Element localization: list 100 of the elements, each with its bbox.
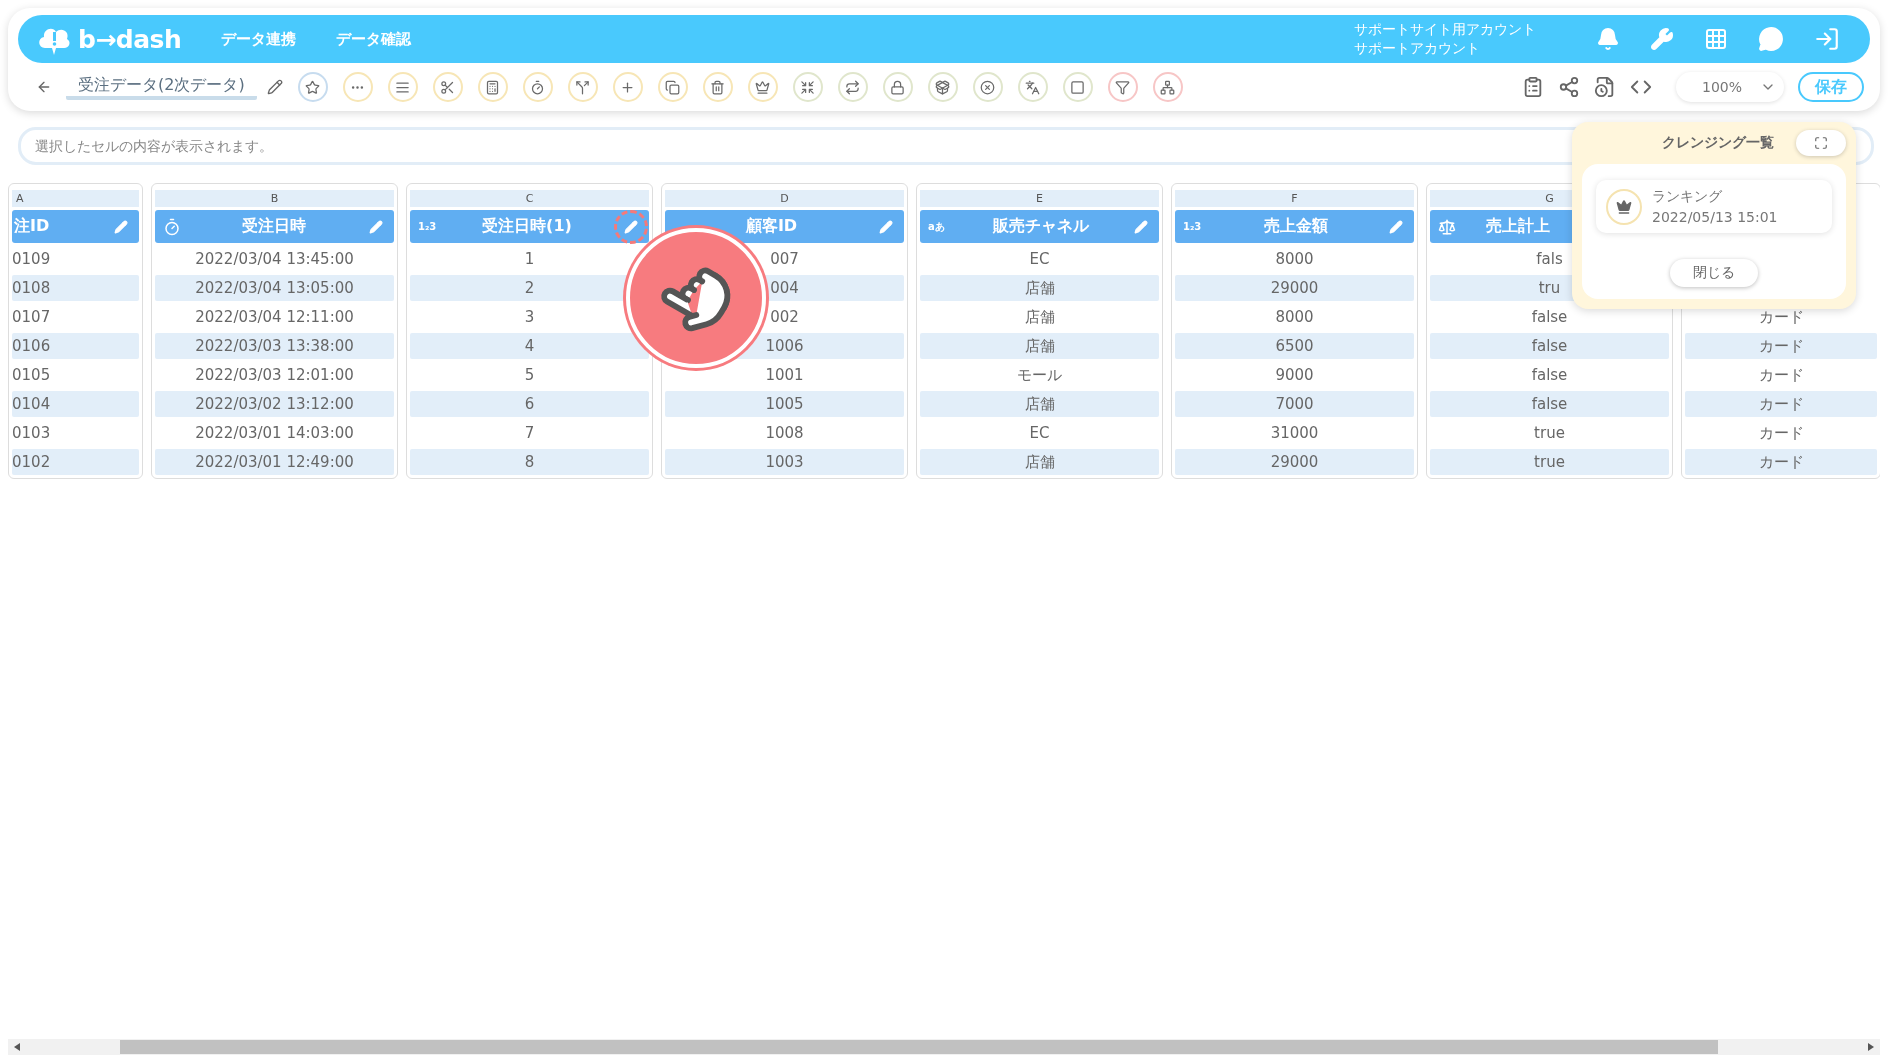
pencil-icon — [114, 219, 128, 234]
table-cell: 0108 — [12, 275, 139, 301]
save-button[interactable]: 保存 — [1798, 72, 1864, 102]
nav-link[interactable]: データ連携 — [221, 29, 297, 49]
column-header[interactable]: 1₂3 受注日時(1) — [410, 210, 649, 243]
timer-icon — [163, 217, 181, 236]
table-cell: false — [1430, 391, 1669, 417]
filter-icon[interactable] — [1107, 72, 1138, 102]
table-cell-text: 2022/03/03 12:01:00 — [194, 365, 355, 386]
table-cell: 1003 — [665, 449, 904, 475]
repeat-icon[interactable] — [837, 72, 868, 102]
close-button[interactable]: 閉じる — [1670, 259, 1758, 287]
table-cell-text: 0103 — [12, 423, 52, 444]
table-cell-text: モール — [1016, 364, 1063, 386]
table-cell: 店舗 — [920, 275, 1159, 301]
sheet-title[interactable]: 受注データ(2次データ) — [66, 74, 257, 100]
table-cell: 6 — [410, 391, 649, 417]
table-cell: 店舗 — [920, 333, 1159, 359]
table-cell-text: 1001 — [764, 365, 805, 386]
table-cell: 7000 — [1175, 391, 1414, 417]
table-cell-text: 0109 — [12, 249, 52, 270]
column-header[interactable]: 1₂3 売上金額 — [1175, 210, 1414, 243]
table-cell: カード — [1685, 391, 1877, 417]
panel-title: クレンジング一覧 — [1662, 134, 1774, 152]
scroll-left-icon[interactable] — [14, 1043, 20, 1051]
table-cell: true — [1430, 449, 1669, 475]
table-cell-text: 1 — [523, 249, 536, 270]
pencil-icon — [1389, 219, 1403, 234]
math-icon[interactable] — [477, 72, 508, 102]
table-cell: 0106 — [12, 333, 139, 359]
dots-icon[interactable] — [342, 72, 373, 102]
table-cell-text: 7 — [523, 423, 536, 444]
lines-icon[interactable] — [387, 72, 418, 102]
crown-icon[interactable] — [747, 72, 778, 102]
column-letter: B — [155, 190, 394, 207]
scissors-icon[interactable] — [432, 72, 463, 102]
table-cell-text: 3 — [523, 307, 536, 328]
table-cell: 2022/03/01 12:49:00 — [155, 449, 394, 475]
table-cell-text: true — [1533, 423, 1566, 444]
column-title: 注ID — [14, 216, 51, 237]
scroll-right-icon[interactable] — [1868, 1043, 1874, 1051]
table-cell: 6500 — [1175, 333, 1414, 359]
clipboard-icon[interactable] — [1522, 76, 1544, 98]
scroll-thumb[interactable] — [120, 1040, 1718, 1054]
close-circle-icon[interactable] — [972, 72, 1003, 102]
table-cell: 0102 — [12, 449, 139, 475]
table-cell: カード — [1685, 333, 1877, 359]
table-cell-text: false — [1530, 307, 1569, 328]
trash-icon[interactable] — [702, 72, 733, 102]
zoom-select[interactable]: 100% — [1676, 72, 1784, 102]
table-cell: 店舗 — [920, 391, 1159, 417]
back-arrow-icon[interactable] — [36, 79, 52, 95]
nav-link[interactable]: データ確認 — [336, 29, 412, 49]
share-icon[interactable] — [1558, 76, 1580, 98]
timer-icon[interactable] — [522, 72, 553, 102]
table-cell-text: 2022/03/04 13:45:00 — [194, 249, 355, 270]
pencil-icon — [624, 219, 638, 234]
table-cell: カード — [1685, 449, 1877, 475]
type-label: aあ — [928, 219, 946, 234]
table-cell-text: 31000 — [1269, 423, 1320, 444]
expand-button[interactable] — [1796, 130, 1846, 156]
column-header[interactable]: 注ID — [12, 210, 139, 243]
table-cell-text: カード — [1757, 306, 1805, 328]
translate-icon[interactable] — [1017, 72, 1048, 102]
table-cell-text: 2022/03/04 12:11:00 — [194, 307, 355, 328]
pencil-icon[interactable] — [266, 79, 283, 95]
scale-icon — [1438, 217, 1456, 236]
horizontal-scrollbar[interactable] — [8, 1039, 1880, 1055]
cleansing-item[interactable]: ランキング 2022/05/13 15:01 — [1596, 180, 1832, 233]
table-cell-text: 007 — [769, 249, 800, 270]
column-letter: A — [12, 190, 139, 207]
table-cell-text: 002 — [769, 307, 800, 328]
file-history-icon[interactable] — [1594, 76, 1616, 98]
table-cell-text: 1008 — [764, 423, 805, 444]
table-cell-text: fals — [1535, 249, 1564, 270]
column-header[interactable]: aあ 販売チャネル — [920, 210, 1159, 243]
table-cell: 2022/03/02 13:12:00 — [155, 391, 394, 417]
column-letter: E — [920, 190, 1159, 207]
table-cell: 4 — [410, 333, 649, 359]
table-cell-text: 0105 — [12, 365, 52, 386]
pencil-icon — [879, 219, 893, 234]
network-icon[interactable] — [1152, 72, 1183, 102]
table-cell: 2022/03/03 13:38:00 — [155, 333, 394, 359]
split-icon[interactable] — [567, 72, 598, 102]
column-header[interactable]: 受注日時 — [155, 210, 394, 243]
copy-icon[interactable] — [657, 72, 688, 102]
table-cell: false — [1430, 333, 1669, 359]
type-label: 1₂3 — [418, 221, 438, 232]
lock-icon[interactable] — [882, 72, 913, 102]
table-cell: 29000 — [1175, 275, 1414, 301]
column-title: 受注日時 — [240, 216, 307, 237]
table-cell-text: 8000 — [1274, 249, 1315, 270]
table-cell-text: EC — [1028, 423, 1051, 444]
table-cell: 1005 — [665, 391, 904, 417]
shrink-icon[interactable] — [792, 72, 823, 102]
table-cell: 29000 — [1175, 449, 1414, 475]
table-cell-text: 店舗 — [1023, 306, 1056, 328]
box-icon[interactable] — [927, 72, 958, 102]
account-name: サポートアカウント — [1354, 39, 1481, 58]
account-name: サポートサイト用アカウント — [1354, 20, 1536, 39]
